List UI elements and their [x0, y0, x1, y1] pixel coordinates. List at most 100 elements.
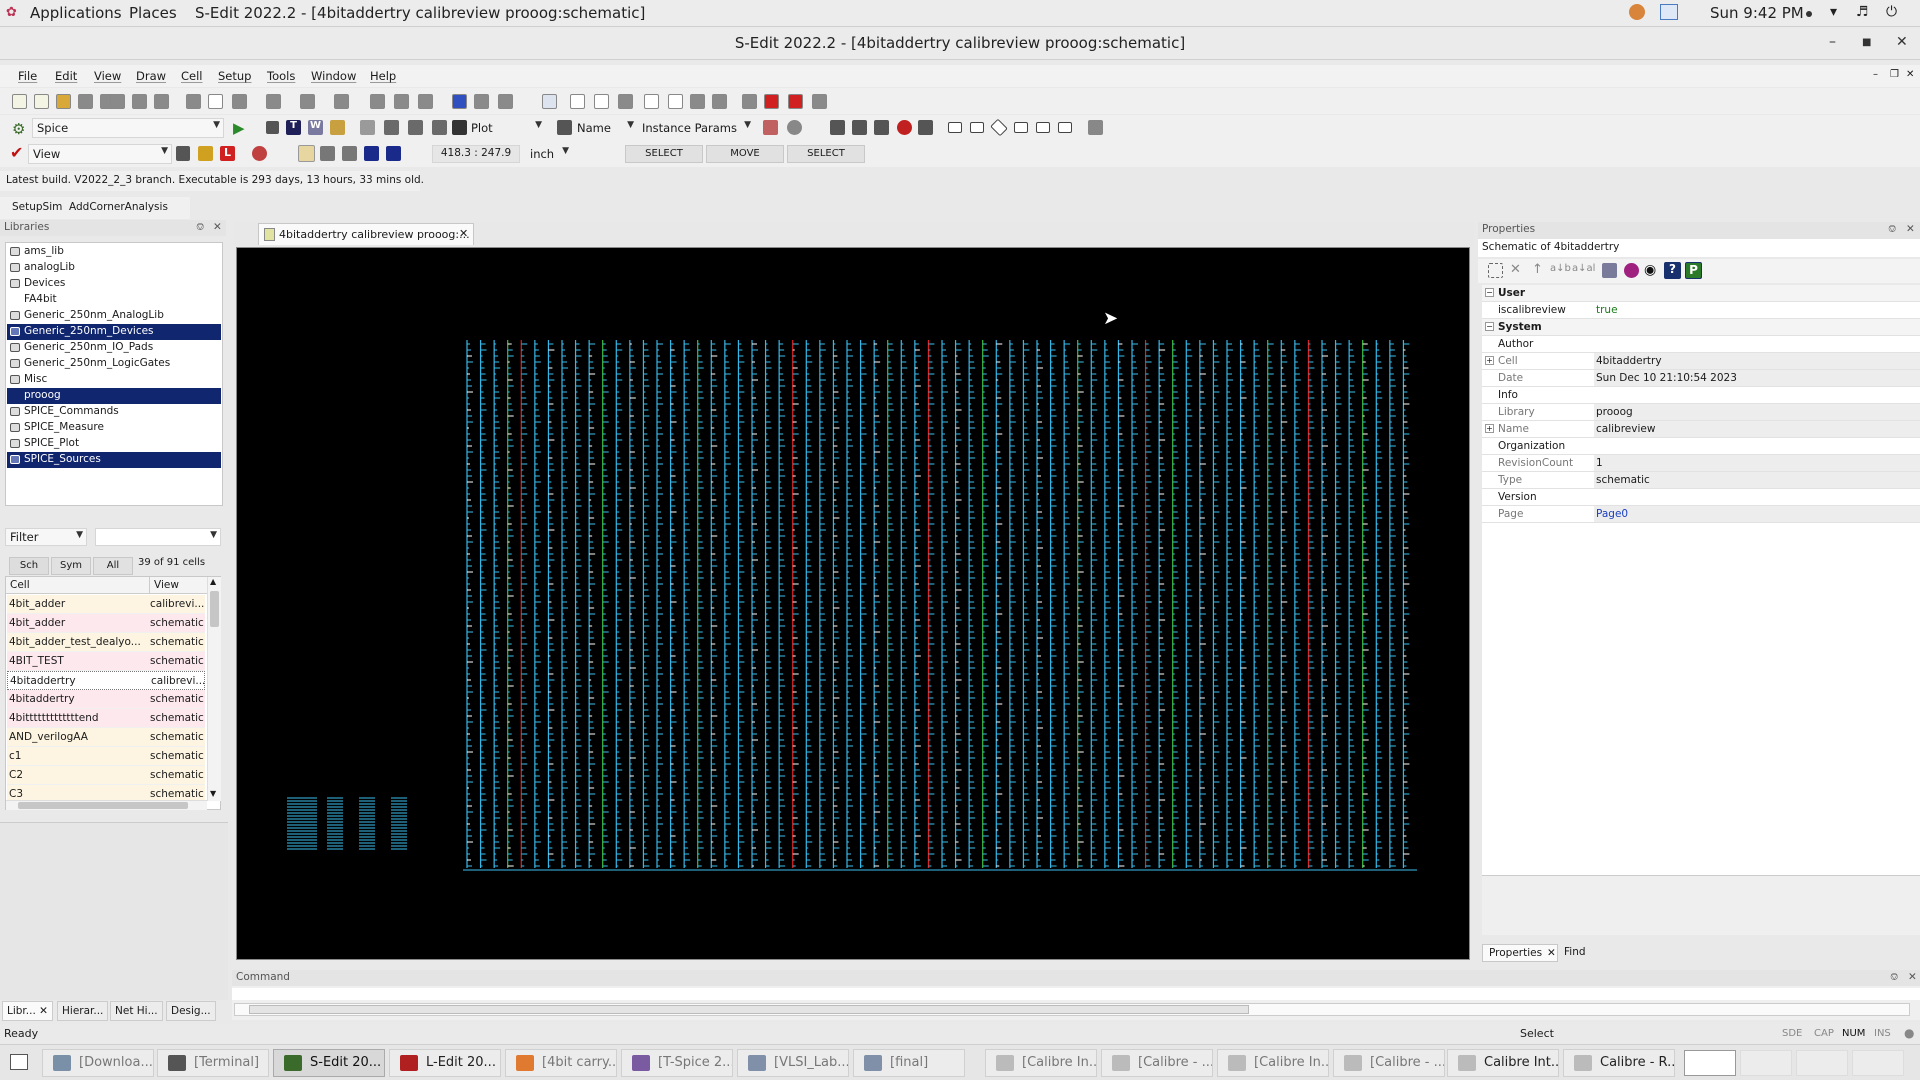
menu-cell[interactable]: Cell: [181, 69, 203, 83]
bus-icon[interactable]: [812, 94, 827, 109]
checkmark-icon[interactable]: ✔: [10, 143, 23, 162]
tab-schematic[interactable]: Sch: [9, 557, 49, 575]
port-bidir-icon[interactable]: [990, 118, 1008, 137]
library-item[interactable]: SPICE_Commands: [7, 404, 221, 420]
tab-symbol[interactable]: Sym: [51, 557, 91, 575]
stop-icon[interactable]: [266, 121, 279, 134]
cell-table-row[interactable]: 4bitttttttttttttend schematic: [7, 709, 205, 728]
copy-icon[interactable]: [132, 94, 147, 109]
edit-pencil-icon[interactable]: [298, 145, 315, 162]
left-panel-tab[interactable]: Net Hi...: [110, 1001, 163, 1021]
library-item[interactable]: Generic_250nm_LogicGates: [7, 356, 221, 372]
gnome-foot-icon[interactable]: ✿: [6, 5, 17, 20]
instance-params-select[interactable]: Instance Params ▼: [637, 118, 755, 138]
circle-icon[interactable]: [498, 94, 513, 109]
box-icon[interactable]: [570, 94, 585, 109]
stack-icon[interactable]: [474, 94, 489, 109]
zoom-box-icon[interactable]: [208, 94, 223, 109]
library-item[interactable]: Generic_250nm_IO_Pads: [7, 340, 221, 356]
new-file-icon[interactable]: [12, 94, 27, 109]
menu-edit[interactable]: Edit: [55, 69, 77, 83]
line-tool-icon[interactable]: [668, 94, 683, 109]
menu-help[interactable]: Help: [370, 69, 396, 83]
tab-all[interactable]: All: [93, 557, 133, 575]
close-tab-icon[interactable]: ✕: [36, 1005, 48, 1017]
probe-voltage-icon[interactable]: [384, 120, 399, 135]
library-item[interactable]: ams_lib: [7, 244, 221, 260]
close-panel-icon[interactable]: ✕: [213, 221, 222, 233]
cell-table[interactable]: Cell View 4bit_adder calibrevi... 4bit_add…: [5, 576, 221, 810]
port-tool-icon[interactable]: [690, 94, 705, 109]
power-icon[interactable]: ⏻: [1886, 4, 1897, 20]
cell-table-row[interactable]: 4bit_adder schematic: [7, 614, 205, 633]
probe-icon[interactable]: [742, 94, 757, 109]
back-icon[interactable]: [300, 94, 315, 109]
redo-icon[interactable]: [266, 94, 281, 109]
library-item[interactable]: Generic_250nm_Devices: [7, 324, 221, 340]
menu-view[interactable]: View: [94, 69, 121, 83]
schematic-canvas[interactable]: ➤: [236, 247, 1470, 960]
scrollbar-thumb[interactable]: [210, 591, 219, 627]
library-item[interactable]: Devices: [7, 276, 221, 292]
cell-table-row[interactable]: 4bitaddertry calibrevi...: [7, 671, 205, 690]
library-item[interactable]: SPICE_Sources: [7, 452, 221, 468]
paste-icon[interactable]: [154, 94, 169, 109]
binoculars-icon[interactable]: [176, 146, 190, 161]
probe-current-icon[interactable]: [408, 120, 423, 135]
plot-select[interactable]: Plot ▼: [466, 118, 546, 138]
waveform-w-icon[interactable]: W: [308, 120, 323, 135]
add-corner-analysis-button[interactable]: AddCornerAnalysis: [69, 201, 168, 213]
no-connect-icon[interactable]: [252, 146, 267, 161]
cell-table-row[interactable]: C2 schematic: [7, 766, 205, 785]
undo-icon[interactable]: [232, 94, 247, 109]
route-icon[interactable]: [764, 94, 779, 109]
wire-icon[interactable]: [874, 120, 889, 135]
new-cell-icon[interactable]: [34, 94, 49, 109]
layers-icon[interactable]: [452, 94, 467, 109]
filter-input[interactable]: ▼: [95, 528, 221, 546]
mouse-right-select-button[interactable]: SELECT: [787, 145, 865, 163]
sim-engine-select[interactable]: Spice ▼: [32, 118, 224, 138]
places-menu[interactable]: Places: [129, 4, 177, 22]
cell-table-row[interactable]: 4BIT_TEST schematic: [7, 652, 205, 671]
open-folder-icon[interactable]: [330, 120, 345, 135]
maximize-button[interactable]: ■: [1862, 37, 1871, 48]
col-view-header[interactable]: View: [149, 577, 179, 594]
document-tab[interactable]: 4bitaddertry calibreview prooog:... ✕: [258, 223, 474, 245]
push-down-icon[interactable]: [370, 94, 385, 109]
cell-table-row[interactable]: c1 schematic: [7, 747, 205, 766]
refresh-icon[interactable]: [787, 120, 802, 135]
port-other-icon[interactable]: [1014, 122, 1028, 133]
wire-icon[interactable]: [618, 94, 633, 109]
pop-up-icon[interactable]: [394, 94, 409, 109]
pan-icon[interactable]: [198, 146, 213, 161]
align-icon[interactable]: [418, 94, 433, 109]
pin-icon[interactable]: [852, 120, 867, 135]
mouse-middle-move-button[interactable]: MOVE: [706, 145, 784, 163]
cell-table-row[interactable]: AND_verilogAA schematic: [7, 728, 205, 747]
text-t-icon[interactable]: T: [286, 120, 301, 135]
label-tool-icon[interactable]: [712, 94, 727, 109]
col-cell-header[interactable]: Cell: [10, 579, 30, 591]
close-button[interactable]: ✕: [1896, 34, 1908, 50]
library-item[interactable]: prooog: [7, 388, 221, 404]
cell-table-row[interactable]: 4bit_adder_test_dealyo... schematic: [7, 633, 205, 652]
cell-table-row[interactable]: 4bit_adder calibrevi...: [7, 595, 205, 614]
schematic-grid-icon[interactable]: [830, 120, 845, 135]
record-icon[interactable]: [897, 120, 912, 135]
mdi-minimize-icon[interactable]: –: [1873, 69, 1878, 80]
mdi-close-icon[interactable]: ✕: [1906, 69, 1914, 80]
net-name-icon[interactable]: [557, 120, 572, 135]
mode-select[interactable]: View ▼: [28, 144, 172, 164]
minimize-button[interactable]: –: [1829, 34, 1836, 50]
cell-table-scrollbar[interactable]: ▲ ▼: [207, 577, 221, 801]
setup-sim-button[interactable]: SetupSim: [12, 201, 62, 213]
library-item[interactable]: FA4bit: [7, 292, 221, 308]
cut-icon[interactable]: [110, 94, 125, 109]
library-item[interactable]: analogLib: [7, 260, 221, 276]
library-list[interactable]: ams_lib analogLib Devices FA4bit Generic_250…: [5, 242, 223, 506]
save-icon[interactable]: [78, 94, 93, 109]
units-select[interactable]: inch ▼: [525, 144, 573, 164]
library-item[interactable]: SPICE_Plot: [7, 436, 221, 452]
name-select[interactable]: Name ▼: [572, 118, 638, 138]
